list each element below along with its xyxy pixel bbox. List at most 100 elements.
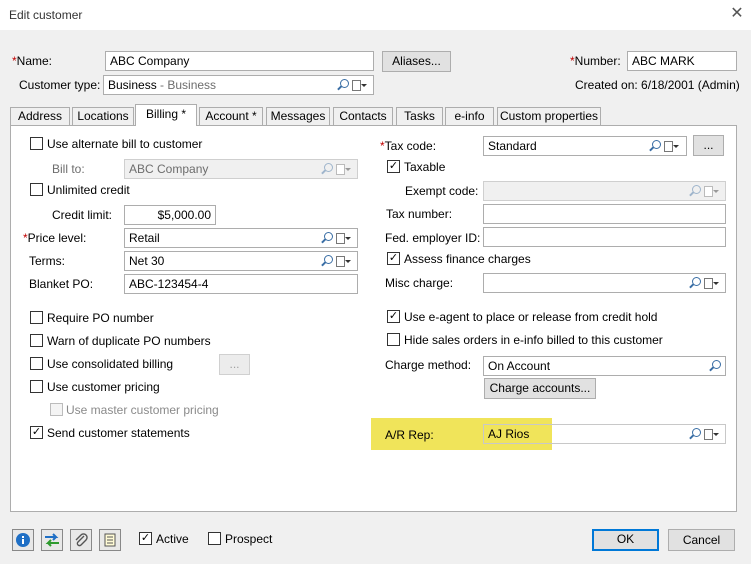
exempt-code-actions <box>689 185 719 197</box>
info-button[interactable] <box>12 529 34 551</box>
aliases-button[interactable]: Aliases... <box>382 51 451 72</box>
use-eagent-label: Use e-agent to place or release from cre… <box>404 310 658 324</box>
transfer-button[interactable] <box>41 529 63 551</box>
transfer-arrows-icon <box>45 533 59 547</box>
customer-type-label: Customer type: <box>19 78 101 92</box>
tab-contacts[interactable]: Contacts <box>333 107 393 125</box>
dropdown-icon[interactable] <box>704 185 719 197</box>
misc-charge-actions <box>689 277 719 289</box>
tax-code-actions <box>649 140 679 152</box>
customer-type-value: Business <box>108 78 157 92</box>
consolidated-billing-button[interactable]: ... <box>219 354 250 375</box>
customer-type-field[interactable]: Business - Business <box>103 75 374 95</box>
price-level-actions <box>321 232 351 244</box>
fed-employer-field[interactable] <box>483 227 726 247</box>
search-icon[interactable] <box>337 79 349 91</box>
search-icon[interactable] <box>689 428 701 440</box>
tab-address[interactable]: Address <box>10 107 70 125</box>
search-icon[interactable] <box>321 255 333 267</box>
customer-pricing-checkbox[interactable] <box>30 380 43 393</box>
search-icon[interactable] <box>649 140 661 152</box>
unlimited-credit-checkbox[interactable] <box>30 183 43 196</box>
customer-pricing-label: Use customer pricing <box>47 380 160 394</box>
bill-to-actions <box>321 163 351 175</box>
unlimited-credit-label: Unlimited credit <box>47 183 130 197</box>
hide-sales-orders-checkbox[interactable] <box>387 333 400 346</box>
search-icon[interactable] <box>689 185 701 197</box>
price-level-label: *Price level: <box>23 231 86 245</box>
use-alternate-bill-checkbox[interactable] <box>30 137 43 150</box>
dropdown-icon[interactable] <box>336 163 351 175</box>
active-checkbox[interactable]: ✓ <box>139 532 152 545</box>
tab-einfo[interactable]: e-info <box>445 107 494 125</box>
consolidated-billing-label: Use consolidated billing <box>47 357 174 371</box>
tax-number-field[interactable] <box>483 204 726 224</box>
number-label-text: Number: <box>574 54 621 68</box>
send-statements-checkbox[interactable]: ✓ <box>30 426 43 439</box>
number-field[interactable]: ABC MARK <box>627 51 737 71</box>
exempt-code-label: Exempt code: <box>405 184 479 198</box>
name-field[interactable]: ABC Company <box>105 51 374 71</box>
terms-actions <box>321 255 351 267</box>
search-icon[interactable] <box>709 360 721 372</box>
tab-tasks[interactable]: Tasks <box>396 107 443 125</box>
search-icon[interactable] <box>689 277 701 289</box>
dropdown-icon[interactable] <box>704 277 719 289</box>
charge-method-label: Charge method: <box>385 358 472 372</box>
warn-duplicate-po-checkbox[interactable] <box>30 334 43 347</box>
tax-code-label-text: Tax code: <box>384 139 437 153</box>
dropdown-icon[interactable] <box>704 428 719 440</box>
dropdown-icon[interactable] <box>336 232 351 244</box>
charge-method-field[interactable]: On Account <box>483 356 726 376</box>
notes-button[interactable] <box>99 529 121 551</box>
consolidated-billing-checkbox[interactable] <box>30 357 43 370</box>
tab-billing[interactable]: Billing * <box>135 104 197 126</box>
customer-type-actions <box>337 79 367 91</box>
misc-charge-label: Misc charge: <box>385 276 454 290</box>
assess-finance-checkbox[interactable]: ✓ <box>387 252 400 265</box>
charge-accounts-button[interactable]: Charge accounts... <box>484 378 596 399</box>
credit-limit-label: Credit limit: <box>52 208 113 222</box>
warn-duplicate-po-label: Warn of duplicate PO numbers <box>47 334 211 348</box>
send-statements-label: Send customer statements <box>47 426 190 440</box>
window-title: Edit customer <box>9 8 83 22</box>
use-alternate-bill-label: Use alternate bill to customer <box>47 137 203 151</box>
number-label: *Number: <box>570 54 621 68</box>
price-level-label-text: Price level: <box>27 231 87 245</box>
bill-to-label: Bill to: <box>52 162 85 176</box>
info-icon <box>16 533 30 547</box>
taxable-label: Taxable <box>404 160 446 174</box>
blanket-po-label: Blanket PO: <box>29 277 94 291</box>
dropdown-icon[interactable] <box>352 79 367 91</box>
credit-limit-field[interactable]: $5,000.00 <box>124 205 216 225</box>
ar-rep-actions <box>689 428 719 440</box>
search-icon[interactable] <box>321 163 333 175</box>
paperclip-icon <box>75 533 88 547</box>
close-icon[interactable]: ✕ <box>729 5 745 23</box>
cancel-button[interactable]: Cancel <box>668 529 735 551</box>
terms-label: Terms: <box>29 254 65 268</box>
charge-method-actions <box>709 360 721 372</box>
master-pricing-checkbox[interactable] <box>50 403 63 416</box>
tab-custom-properties[interactable]: Custom properties <box>497 107 601 125</box>
tab-locations[interactable]: Locations <box>72 107 134 125</box>
search-icon[interactable] <box>321 232 333 244</box>
name-label-text: Name: <box>16 54 53 68</box>
dropdown-icon[interactable] <box>664 140 679 152</box>
prospect-checkbox[interactable] <box>208 532 221 545</box>
name-label: *Name: <box>12 54 52 68</box>
tax-code-label: *Tax code: <box>380 139 436 153</box>
fed-employer-label: Fed. employer ID: <box>385 231 481 245</box>
created-on: Created on: 6/18/2001 (Admin) <box>575 78 740 92</box>
attachment-button[interactable] <box>70 529 92 551</box>
taxable-checkbox[interactable]: ✓ <box>387 160 400 173</box>
dropdown-icon[interactable] <box>336 255 351 267</box>
blanket-po-field[interactable]: ABC-123454-4 <box>124 274 358 294</box>
notes-icon <box>104 533 116 547</box>
tax-code-button[interactable]: ... <box>693 135 724 156</box>
ok-button[interactable]: OK <box>592 529 659 551</box>
use-eagent-checkbox[interactable]: ✓ <box>387 310 400 323</box>
require-po-checkbox[interactable] <box>30 311 43 324</box>
tab-account[interactable]: Account * <box>199 107 263 125</box>
tab-messages[interactable]: Messages <box>266 107 330 125</box>
